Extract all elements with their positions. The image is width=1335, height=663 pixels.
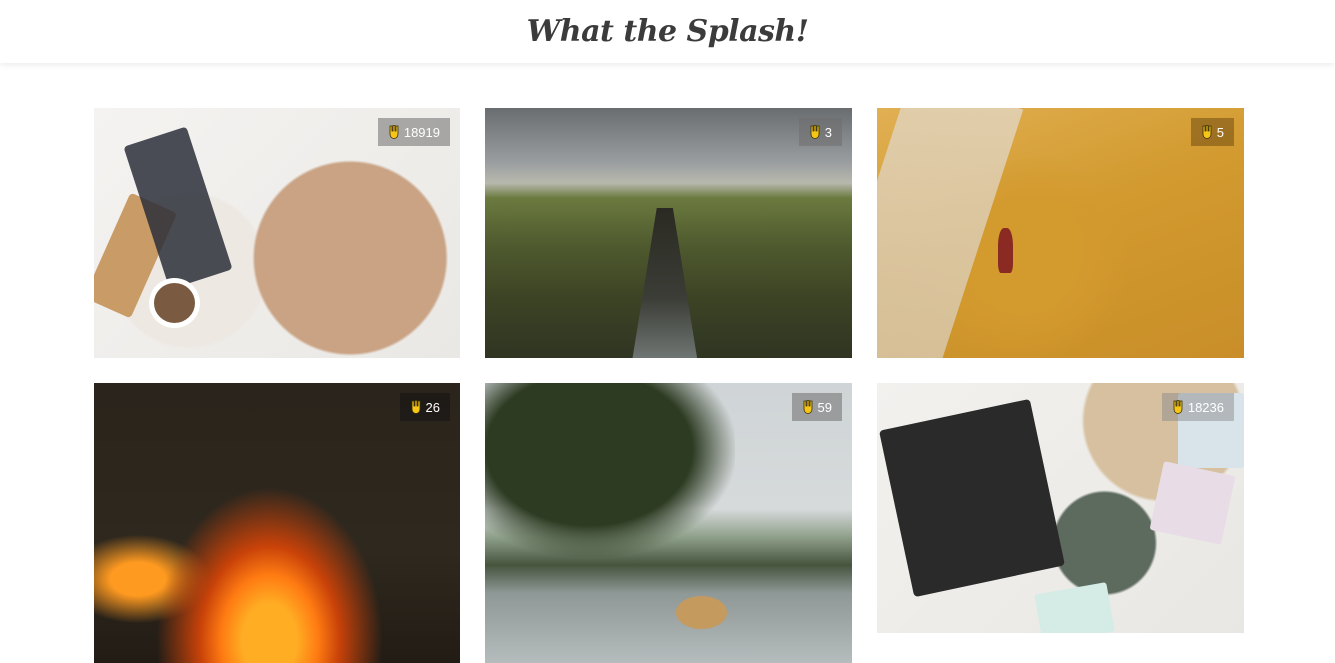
photo-card[interactable]: 5 (877, 108, 1244, 358)
like-badge: 59 (791, 393, 842, 421)
like-badge: 5 (1190, 118, 1234, 146)
photo-card[interactable]: 3 (485, 108, 852, 358)
photo-image (877, 108, 1244, 358)
like-icon (803, 400, 812, 414)
like-count: 18236 (1187, 399, 1224, 415)
like-count: 26 (425, 399, 440, 415)
like-count: 18919 (403, 124, 440, 140)
like-count: 59 (817, 399, 832, 415)
app-header: What the Splash! (0, 0, 1335, 63)
like-badge: 18236 (1161, 393, 1234, 421)
like-count: 5 (1216, 124, 1224, 140)
like-icon (810, 125, 820, 139)
photo-card[interactable]: 18236 (877, 383, 1244, 633)
like-icon (389, 125, 399, 139)
photo-card[interactable]: 26 (94, 383, 460, 663)
photo-image (485, 108, 852, 358)
photo-card[interactable]: 59 (485, 383, 852, 663)
app-title: What the Splash! (526, 14, 809, 49)
like-count: 3 (824, 124, 832, 140)
like-badge: 26 (399, 393, 450, 421)
like-icon (1173, 400, 1183, 414)
photo-image (94, 383, 460, 663)
like-badge: 3 (798, 118, 842, 146)
photo-image (485, 383, 852, 663)
like-icon (411, 400, 420, 414)
like-badge: 18919 (377, 118, 450, 146)
photo-grid: 18919 3 5 26 59 18236 (94, 108, 1244, 663)
photo-card[interactable]: 18919 (94, 108, 460, 358)
like-icon (1202, 125, 1212, 139)
